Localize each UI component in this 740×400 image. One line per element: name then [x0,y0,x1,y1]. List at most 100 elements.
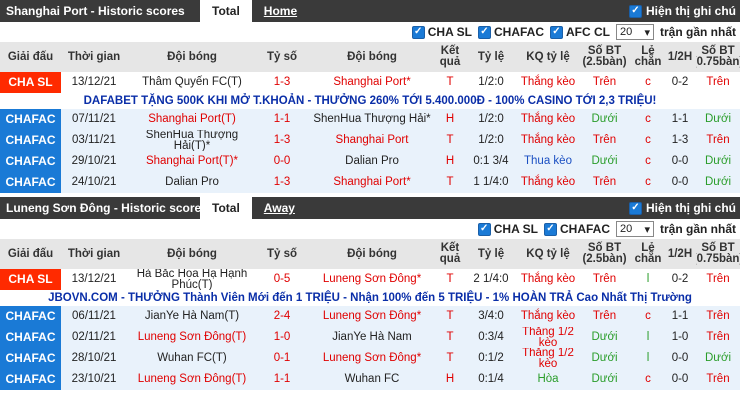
table-row: CHAFAC 29/10/21 Shanghai Port(T)* 0-0 Dalian… [0,151,740,172]
show-notes-label: Hiện thị ghi chú [646,4,736,18]
table-row: CHA SL 13/12/21 Hà Bắc Hoa Hạ Hạnh Phúc(T)… [0,269,740,290]
column-header: Thời gian [67,247,121,260]
promo-banner[interactable]: JBOVN.COM - THƯỞNG Thành Viên Mới đến 1 … [0,290,740,306]
cell-score: 1-3 [273,134,291,146]
cell-ou75: Trên [706,76,730,88]
cell-away[interactable]: Luneng Sơn Đông* [307,269,437,290]
cell-res: T [446,134,454,146]
column-header: Giải đấu [7,50,54,63]
filter-cha-sl[interactable]: ✓ CHA SL [477,222,538,236]
cell-home[interactable]: Wuhan FC(T) [127,348,257,369]
cell-date: 06/11/21 [72,310,116,322]
count-select[interactable]: 20 ▾ [615,221,654,237]
filter-label: CHAFAC [493,25,544,39]
table-row: CHAFAC 24/10/21 Dalian Pro 1-3 Shanghai Port… [0,172,740,193]
league-badge[interactable]: CHAFAC [0,306,61,327]
cell-score: 1-1 [273,373,291,385]
cell-half: 0-0 [671,176,689,188]
cell-res: H [445,113,455,125]
league-badge[interactable]: CHAFAC [0,151,61,172]
column-header: KQ tỷ lệ [526,50,570,63]
cell-ou: Trên [592,176,617,188]
cell-home[interactable]: Hà Bắc Hoa Hạ Hạnh Phúc(T) [127,269,257,290]
show-notes-toggle[interactable]: ✓ Hiện thị ghi chú [629,197,736,219]
league-badge[interactable]: CHAFAC [0,327,61,348]
cell-home[interactable]: Luneng Sơn Đông(T) [127,327,257,348]
column-header: Đội bóng [167,50,217,63]
filter-chafac[interactable]: ✓ CHAFAC [543,222,610,236]
cell-date: 28/10/21 [71,352,117,364]
cell-home[interactable]: JianYe Hà Nam(T) [127,306,257,327]
tab-total[interactable]: Total [200,0,252,22]
cell-odds: 0:1/2 [478,352,504,364]
filter-chafac[interactable]: ✓ CHAFAC [477,25,544,39]
title-bar: Luneng Sơn Đông - Historic scores Total Aw… [0,197,740,219]
cell-oddres: Thắng kèo [520,76,576,88]
column-header: Kết quả [439,242,461,265]
tab-away[interactable]: Away [252,197,307,219]
cell-odds: 0:1/4 [478,373,504,385]
cell-away[interactable]: JianYe Hà Nam [307,327,437,348]
tab-home[interactable]: Home [252,0,309,22]
checkbox-checked-icon[interactable]: ✓ [543,222,557,236]
cell-away[interactable]: ShenHua Thượng Hải* [307,109,437,130]
cell-ou75: Dưới [704,176,732,188]
cell-home[interactable]: Shanghai Port(T)* [127,151,257,172]
filter-label: AFC CL [565,25,610,39]
cell-home[interactable]: Dalian Pro [127,172,257,193]
filter-afc-cl[interactable]: ✓ AFC CL [549,25,610,39]
cell-away[interactable]: Shanghai Port* [307,172,437,193]
cell-away[interactable]: Dalian Pro [307,151,437,172]
cell-date: 13/12/21 [71,76,117,88]
cell-odds: 3/4:0 [478,310,504,322]
cell-odds: 0:3/4 [478,331,504,343]
cell-home[interactable]: ShenHua Thượng Hải(T)* [127,130,257,151]
column-header: Kết quả [439,45,461,68]
checkbox-checked-icon[interactable]: ✓ [411,25,425,39]
cell-away[interactable]: Wuhan FC [307,369,437,390]
cell-oe: c [645,176,651,188]
cell-ou75: Trên [706,134,730,146]
cell-ou75: Trên [706,273,730,285]
column-header: Số BT (2.5bàn) [582,45,627,68]
cell-oe: c [645,310,651,322]
cell-oddres: Thắng kèo [520,273,576,285]
count-select[interactable]: 20 ▾ [615,24,654,40]
cell-ou: Dưới [591,113,618,125]
column-header: Giải đấu [7,247,54,260]
cell-home[interactable]: Luneng Sơn Đông(T) [127,369,257,390]
column-header: Lẻ chẵn [634,45,662,68]
league-badge[interactable]: CHAFAC [0,369,61,390]
cell-away[interactable]: Shanghai Port [307,130,437,151]
table-header: Giải đấu Thời gian Đội bóng Tỷ số Đội bóng Kế… [0,42,740,72]
cell-odds: 1/2:0 [478,113,504,125]
filter-label: CHAFAC [559,222,610,236]
cell-ou75: Dưới [704,113,732,125]
cell-home[interactable]: Thâm Quyến FC(T) [127,72,257,93]
show-notes-toggle[interactable]: ✓ Hiện thị ghi chú [629,0,736,22]
cell-away[interactable]: Luneng Sơn Đông* [307,348,437,369]
cell-ou75: Trên [706,310,730,322]
league-badge[interactable]: CHAFAC [0,130,61,151]
table-row: CHA SL 13/12/21 Thâm Quyến FC(T) 1-3 Shangha… [0,72,740,93]
checkbox-checked-icon[interactable]: ✓ [477,222,491,236]
league-badge[interactable]: CHA SL [0,269,61,290]
cell-away[interactable]: Luneng Sơn Đông* [307,306,437,327]
cell-res: T [446,76,454,88]
league-badge[interactable]: CHAFAC [0,109,61,130]
cell-away[interactable]: Shanghai Port* [307,72,437,93]
cell-home[interactable]: Shanghai Port(T) [127,109,257,130]
checkbox-checked-icon[interactable]: ✓ [629,201,642,215]
league-badge[interactable]: CHAFAC [0,348,61,369]
tab-total[interactable]: Total [200,197,252,219]
filter-cha-sl[interactable]: ✓ CHA SL [411,25,472,39]
cell-oe: c [645,134,651,146]
league-badge[interactable]: CHAFAC [0,172,61,193]
league-badge[interactable]: CHA SL [0,72,61,93]
cell-res: H [445,155,455,167]
promo-banner[interactable]: DAFABET TẶNG 500K KHI MỞ T.KHOẢN - THƯỞN… [0,93,740,109]
checkbox-checked-icon[interactable]: ✓ [629,4,642,18]
checkbox-checked-icon[interactable]: ✓ [549,25,563,39]
checkbox-checked-icon[interactable]: ✓ [477,25,491,39]
cell-half: 0-0 [671,373,689,385]
